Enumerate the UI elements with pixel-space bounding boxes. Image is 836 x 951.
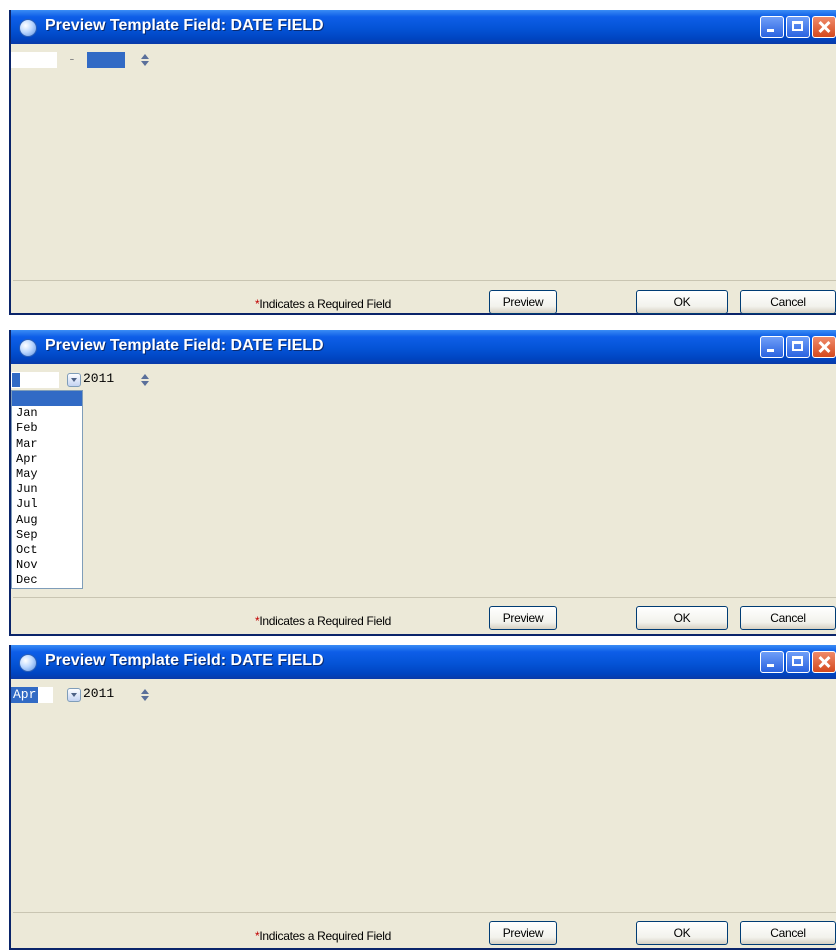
close-icon[interactable] xyxy=(812,651,836,673)
month-select[interactable] xyxy=(11,372,59,388)
preview-dialog-empty: Preview Template Field: DATE FIELD - *In… xyxy=(9,10,836,315)
window-title: Preview Template Field: DATE FIELD xyxy=(45,337,324,354)
ok-button[interactable]: OK xyxy=(636,606,728,630)
month-option[interactable]: Jan xyxy=(12,406,82,421)
ok-button[interactable]: OK xyxy=(636,290,728,314)
window-title: Preview Template Field: DATE FIELD xyxy=(45,17,324,34)
month-option[interactable]: May xyxy=(12,467,82,482)
close-icon[interactable] xyxy=(812,336,836,358)
month-option[interactable]: Sep xyxy=(12,528,82,543)
month-option[interactable]: Dec xyxy=(12,573,82,588)
close-icon[interactable] xyxy=(812,16,836,38)
month-dropdown-list[interactable]: Jan Feb Mar Apr May Jun Jul Aug Sep Oct Nov Dec xyxy=(11,390,83,590)
month-option[interactable]: Apr xyxy=(12,452,82,467)
month-option[interactable]: Jun xyxy=(12,482,82,497)
preview-dialog-apr-selected: Preview Template Field: DATE FIELD Apr 2… xyxy=(9,645,836,950)
spinner-icon[interactable] xyxy=(139,689,151,701)
maximize-icon[interactable] xyxy=(786,16,810,38)
cancel-button[interactable]: Cancel xyxy=(740,606,836,630)
cancel-button[interactable]: Cancel xyxy=(740,921,836,945)
month-input[interactable] xyxy=(11,52,57,68)
year-value[interactable]: 2011 xyxy=(83,686,114,701)
cancel-button[interactable]: Cancel xyxy=(740,290,836,314)
preview-dialog-month-open: Preview Template Field: DATE FIELD 2011 … xyxy=(9,330,836,636)
required-field-note: *Indicates a Required Field xyxy=(255,929,391,943)
date-separator: - xyxy=(68,52,76,67)
year-value[interactable]: 2011 xyxy=(83,371,114,386)
ok-button[interactable]: OK xyxy=(636,921,728,945)
required-field-note: *Indicates a Required Field xyxy=(255,297,391,311)
spinner-icon[interactable] xyxy=(139,374,151,386)
dropdown-arrow-icon[interactable] xyxy=(67,373,81,387)
month-select-value xyxy=(12,373,20,387)
year-input[interactable] xyxy=(87,52,125,68)
month-option[interactable]: Nov xyxy=(12,558,82,573)
month-option[interactable]: Feb xyxy=(12,421,82,436)
maximize-icon[interactable] xyxy=(786,336,810,358)
maximize-icon[interactable] xyxy=(786,651,810,673)
title-bar[interactable]: Preview Template Field: DATE FIELD xyxy=(11,645,836,679)
preview-button[interactable]: Preview xyxy=(489,921,557,945)
dropdown-arrow-icon[interactable] xyxy=(67,688,81,702)
preview-button[interactable]: Preview xyxy=(489,290,557,314)
month-select-value: Apr xyxy=(11,687,39,703)
title-bar[interactable]: Preview Template Field: DATE FIELD xyxy=(11,10,836,44)
window-title: Preview Template Field: DATE FIELD xyxy=(45,652,324,669)
spinner-icon[interactable] xyxy=(139,54,151,66)
app-globe-icon xyxy=(19,654,37,672)
required-field-note: *Indicates a Required Field xyxy=(255,614,391,628)
month-option[interactable]: Mar xyxy=(12,437,82,452)
minimize-icon[interactable] xyxy=(760,651,784,673)
month-option[interactable]: Oct xyxy=(12,543,82,558)
minimize-icon[interactable] xyxy=(760,16,784,38)
month-select[interactable]: Apr xyxy=(11,687,53,703)
month-option[interactable]: Jul xyxy=(12,497,82,512)
app-globe-icon xyxy=(19,19,37,37)
preview-button[interactable]: Preview xyxy=(489,606,557,630)
title-bar[interactable]: Preview Template Field: DATE FIELD xyxy=(11,330,836,364)
minimize-icon[interactable] xyxy=(760,336,784,358)
month-option[interactable] xyxy=(12,391,82,407)
app-globe-icon xyxy=(19,339,37,357)
month-option[interactable]: Aug xyxy=(12,513,82,528)
